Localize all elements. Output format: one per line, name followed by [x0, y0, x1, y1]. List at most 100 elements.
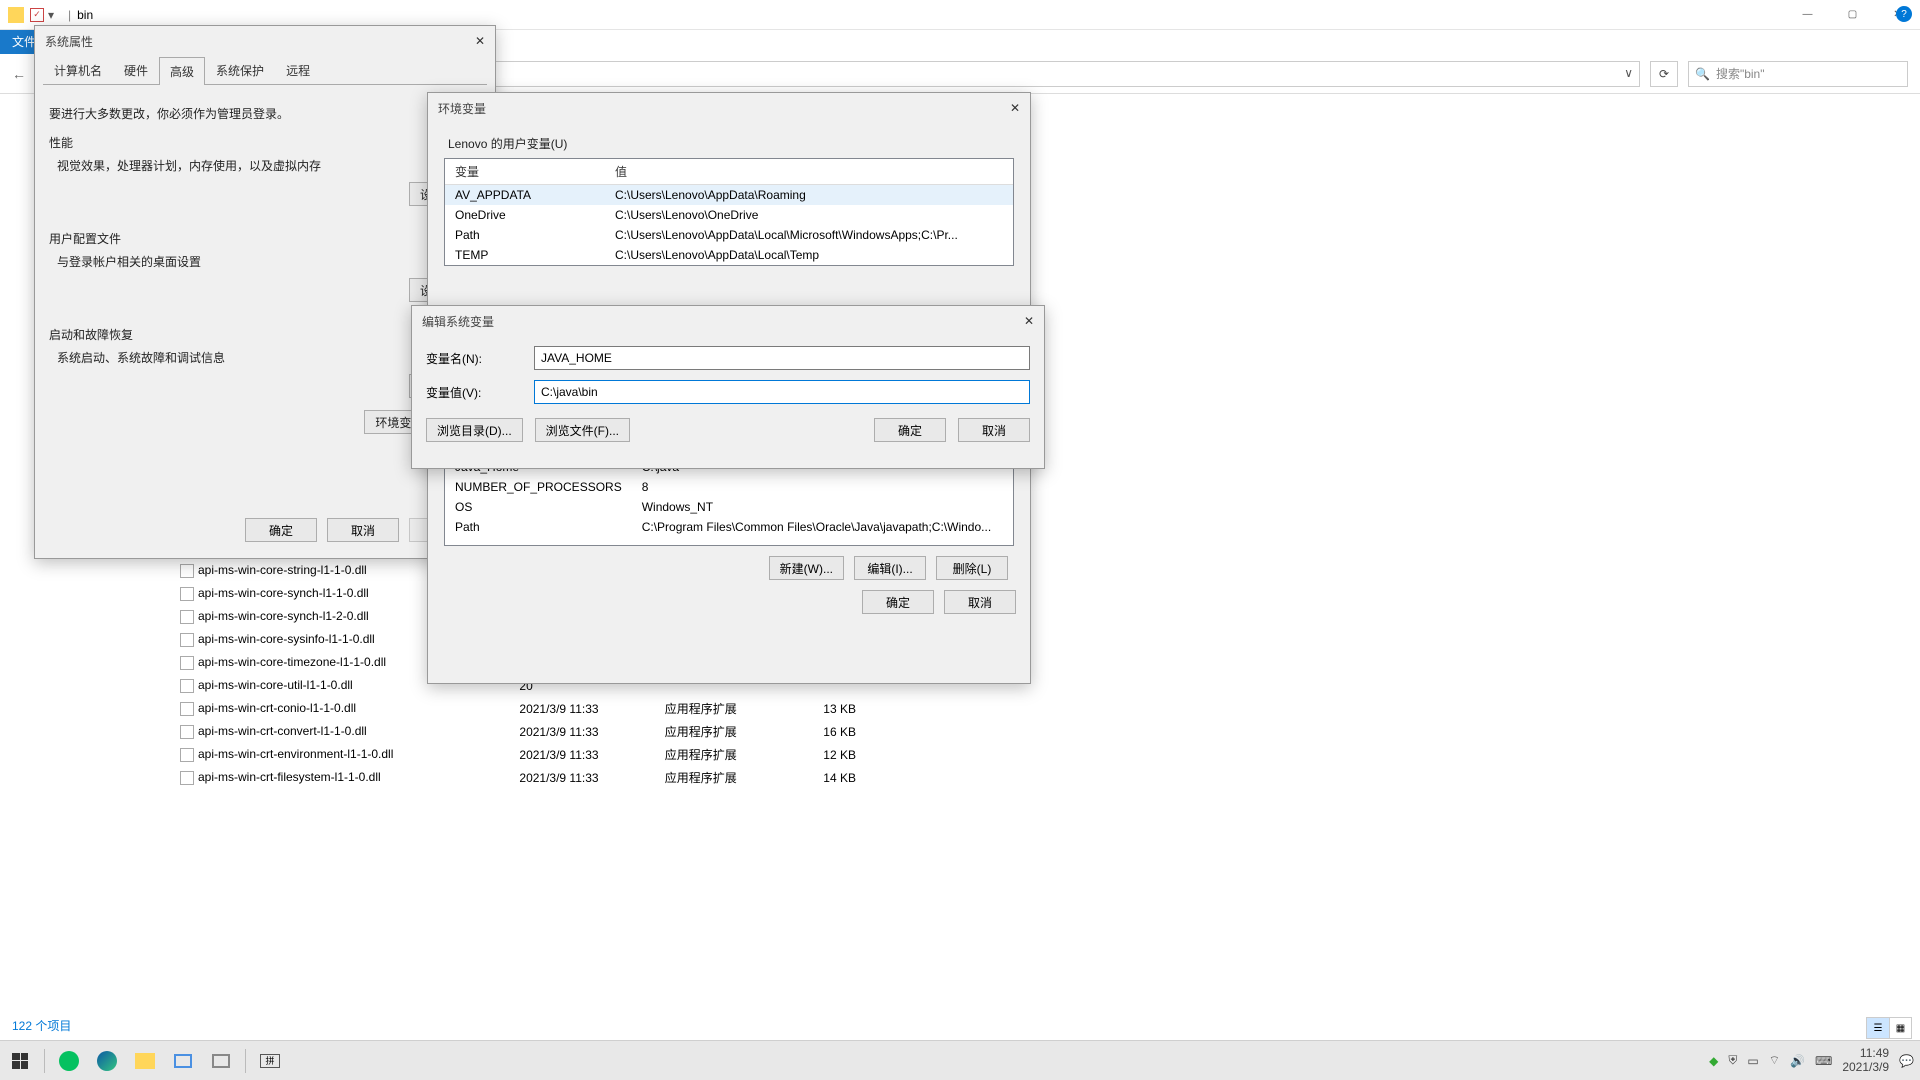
notifications-icon[interactable]: 💬 [1899, 1054, 1914, 1068]
tab-hardware[interactable]: 硬件 [113, 56, 159, 84]
profile-desc: 与登录帐户相关的桌面设置 [57, 253, 481, 270]
tray-battery-icon[interactable]: ▭ [1747, 1054, 1758, 1068]
clock-time: 11:49 [1842, 1047, 1889, 1060]
tab-remote[interactable]: 远程 [275, 56, 321, 84]
file-icon [180, 564, 194, 578]
file-icon [180, 610, 194, 624]
folder-icon [8, 7, 24, 23]
dialog-title-text: 编辑系统变量 [422, 313, 494, 330]
edit-button[interactable]: 编辑(I)... [854, 556, 926, 580]
tray-wifi-icon[interactable]: ⌔ [1769, 1053, 1780, 1068]
ok-button[interactable]: 确定 [862, 590, 934, 614]
search-placeholder: 搜索"bin" [1716, 65, 1765, 82]
whiteboard-icon[interactable] [169, 1047, 197, 1075]
tab-system-protection[interactable]: 系统保护 [205, 56, 275, 84]
dialog-edit-system-variable: 编辑系统变量 ✕ 变量名(N): 变量值(V): 浏览目录(D)... 浏览文件… [411, 305, 1045, 469]
browse-dir-button[interactable]: 浏览目录(D)... [426, 418, 523, 442]
table-row[interactable]: NUMBER_OF_PROCESSORS8 [445, 477, 1013, 497]
profile-title: 用户配置文件 [49, 230, 481, 247]
refresh-button[interactable]: ⟳ [1650, 61, 1678, 87]
ok-button[interactable]: 确定 [245, 518, 317, 542]
explorer-icon[interactable] [131, 1047, 159, 1075]
col-variable[interactable]: 变量 [445, 159, 605, 185]
cancel-button[interactable]: 取消 [958, 418, 1030, 442]
var-name-label: 变量名(N): [426, 350, 534, 367]
var-name-input[interactable] [534, 346, 1030, 370]
search-icon: 🔍 [1695, 67, 1710, 81]
file-icon [180, 702, 194, 716]
taskbar-separator [245, 1049, 246, 1073]
ime-icon[interactable]: 拼 [256, 1047, 284, 1075]
search-input[interactable]: 🔍 搜索"bin" [1688, 61, 1908, 87]
dialog-title[interactable]: 环境变量 ✕ [428, 93, 1030, 123]
file-icon [180, 656, 194, 670]
delete-button[interactable]: 删除(L) [936, 556, 1008, 580]
start-button[interactable] [6, 1047, 34, 1075]
admin-note: 要进行大多数更改，你必须作为管理员登录。 [49, 105, 481, 122]
table-row[interactable]: PathC:\Program Files\Common Files\Oracle… [445, 517, 1013, 537]
close-icon[interactable]: ✕ [1006, 99, 1024, 117]
var-value-label: 变量值(V): [426, 384, 534, 401]
window-title: bin [77, 8, 93, 22]
dialog-title-text: 环境变量 [438, 100, 486, 117]
tray-app-icon[interactable]: ◆ [1709, 1054, 1718, 1068]
taskbar: 拼 ◆ ⛨ ▭ ⌔ 🔊 ⌨ 11:49 2021/3/9 💬 [0, 1040, 1920, 1080]
nav-back-icon[interactable]: ← [12, 66, 26, 82]
user-vars-label: Lenovo 的用户变量(U) [448, 135, 1010, 152]
qat-dropdown-icon[interactable]: ▾ [48, 8, 62, 22]
system-properties-tabs: 计算机名 硬件 高级 系统保护 远程 [43, 56, 487, 85]
help-icon[interactable]: ? [1896, 6, 1912, 22]
close-icon[interactable]: ✕ [1020, 312, 1038, 330]
table-row[interactable]: AV_APPDATAC:\Users\Lenovo\AppData\Roamin… [445, 185, 1013, 206]
view-icons-icon[interactable]: ▦ [1889, 1018, 1911, 1038]
table-row[interactable]: api-ms-win-crt-convert-l1-1-0.dll2021/3/… [170, 721, 866, 742]
taskbar-separator [44, 1049, 45, 1073]
table-row[interactable]: TEMPC:\Users\Lenovo\AppData\Local\Temp [445, 245, 1013, 265]
maximize-button[interactable]: ▢ [1830, 0, 1875, 29]
tray-shield-icon[interactable]: ⛨ [1728, 1053, 1737, 1068]
new-button[interactable]: 新建(W)... [769, 556, 844, 580]
edge-icon[interactable] [93, 1047, 121, 1075]
dialog-title-text: 系统属性 [45, 33, 93, 50]
col-value[interactable]: 值 [605, 159, 1013, 185]
taskbar-clock[interactable]: 11:49 2021/3/9 [1842, 1047, 1889, 1073]
view-details-icon[interactable]: ☰ [1867, 1018, 1889, 1038]
browse-file-button[interactable]: 浏览文件(F)... [535, 418, 630, 442]
file-icon [180, 725, 194, 739]
table-row[interactable]: api-ms-win-crt-environment-l1-1-0.dll202… [170, 744, 866, 765]
table-row[interactable]: OSWindows_NT [445, 497, 1013, 517]
file-icon [180, 633, 194, 647]
dialog-title[interactable]: 编辑系统变量 ✕ [412, 306, 1044, 336]
tab-computer-name[interactable]: 计算机名 [43, 56, 113, 84]
pc-icon[interactable] [207, 1047, 235, 1075]
close-icon[interactable]: ✕ [471, 32, 489, 50]
cancel-button[interactable]: 取消 [944, 590, 1016, 614]
perf-title: 性能 [49, 134, 481, 151]
quick-access-toolbar: ✓ ▾ [30, 8, 62, 22]
table-row[interactable]: api-ms-win-crt-filesystem-l1-1-0.dll2021… [170, 767, 866, 788]
file-icon [180, 748, 194, 762]
user-vars-table[interactable]: 变量 值 AV_APPDATAC:\Users\Lenovo\AppData\R… [444, 158, 1014, 266]
checkbox-icon[interactable]: ✓ [30, 8, 44, 22]
file-icon [180, 771, 194, 785]
view-toggle[interactable]: ☰ ▦ [1866, 1017, 1912, 1039]
status-bar: 122 个项目 [12, 1017, 71, 1039]
minimize-button[interactable]: — [1785, 0, 1830, 29]
table-row[interactable]: api-ms-win-crt-conio-l1-1-0.dll2021/3/9 … [170, 698, 866, 719]
var-value-input[interactable] [534, 380, 1030, 404]
separator: | [68, 8, 71, 22]
table-row[interactable]: PathC:\Users\Lenovo\AppData\Local\Micros… [445, 225, 1013, 245]
clock-date: 2021/3/9 [1842, 1061, 1889, 1074]
tray-ime-icon[interactable]: ⌨ [1815, 1054, 1832, 1068]
file-icon [180, 587, 194, 601]
perf-desc: 视觉效果，处理器计划，内存使用，以及虚拟内存 [57, 157, 481, 174]
table-row[interactable]: OneDriveC:\Users\Lenovo\OneDrive [445, 205, 1013, 225]
file-icon [180, 679, 194, 693]
wechat-icon[interactable] [55, 1047, 83, 1075]
tab-advanced[interactable]: 高级 [159, 57, 205, 85]
dialog-title[interactable]: 系统属性 ✕ [35, 26, 495, 56]
ok-button[interactable]: 确定 [874, 418, 946, 442]
chevron-down-icon[interactable]: ∨ [1624, 66, 1633, 80]
tray-volume-icon[interactable]: 🔊 [1790, 1054, 1805, 1068]
cancel-button[interactable]: 取消 [327, 518, 399, 542]
